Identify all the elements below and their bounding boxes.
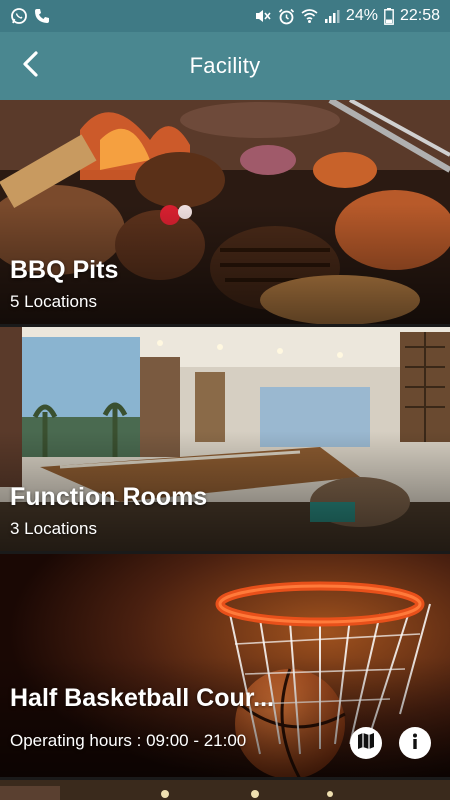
status-right: 24% 22:58 <box>254 7 440 25</box>
partial-card-image <box>0 780 450 800</box>
facility-subtitle: 5 Locations <box>10 292 97 311</box>
info-button[interactable] <box>399 727 431 759</box>
facility-card-half-basketball-court[interactable]: Half Basketball Cour... Operating hours … <box>0 554 450 777</box>
app-bar: Facility <box>0 32 450 100</box>
status-left <box>10 7 50 25</box>
facility-title: Function Rooms <box>10 483 208 511</box>
whatsapp-icon <box>10 7 28 25</box>
facility-subtitle: 3 Locations <box>10 519 97 538</box>
facility-card-partial[interactable] <box>0 780 450 800</box>
battery-percent: 24% <box>345 7 378 24</box>
facility-card-function-rooms[interactable]: Function Rooms 3 Locations <box>0 327 450 551</box>
status-bar: 24% 22:58 <box>0 0 450 32</box>
facility-card-bbq-pits[interactable]: BBQ Pits 5 Locations <box>0 100 450 324</box>
map-icon <box>357 732 375 755</box>
info-icon <box>406 732 424 755</box>
wifi-icon <box>301 8 318 24</box>
alarm-icon <box>278 8 295 25</box>
phone-icon <box>34 8 50 24</box>
operating-hours: Operating hours : 09:00 - 21:00 <box>10 731 247 750</box>
map-button[interactable] <box>350 727 382 759</box>
signal-icon <box>324 8 340 24</box>
card-gradient <box>0 657 450 777</box>
battery-icon <box>384 7 394 25</box>
page-title: Facility <box>189 53 261 78</box>
facility-title: BBQ Pits <box>10 256 119 284</box>
facility-title: Half Basketball Cour... <box>10 684 274 712</box>
clock-time: 22:58 <box>399 7 440 24</box>
mute-icon <box>254 8 272 24</box>
